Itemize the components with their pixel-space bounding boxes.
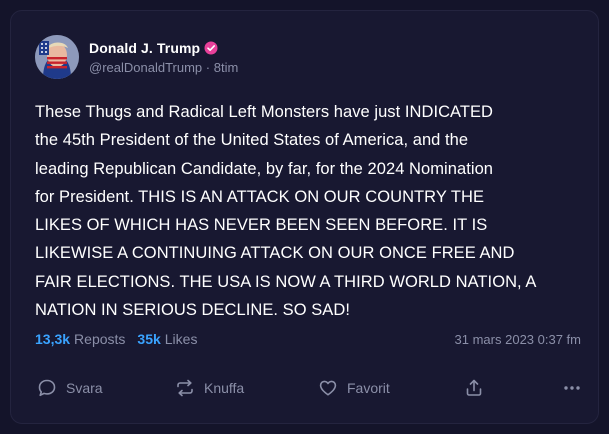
likes-stat[interactable]: 35k Likes [137,331,197,347]
reposts-count: 13,3k [35,331,71,347]
post-timestamp: 31 mars 2023 0:37 fm [454,331,581,347]
reply-button[interactable]: Svara [37,378,103,398]
avatar[interactable] [35,35,79,79]
handle-row: @realDonaldTrump · 8tim [89,60,238,75]
handle-separator: · [205,59,211,75]
post-card: Donald J. Trump @realDonaldTrump · 8tim … [10,10,599,424]
likes-label: Likes [164,331,198,347]
more-options-button[interactable] [562,378,582,398]
chat-bubble-icon [38,379,56,397]
reposts-stat[interactable]: 13,3k Reposts [35,331,125,347]
author-handle[interactable]: @realDonaldTrump [89,60,202,75]
repost-arrows-icon [177,379,193,397]
post-time-ago[interactable]: 8tim [214,60,239,75]
reposts-label: Reposts [74,331,126,347]
like-button[interactable]: Favorit [318,378,390,398]
heart-icon [319,380,337,396]
post-stats: 13,3k Reposts 35k Likes 31 mars 2023 0:37 … [35,331,581,347]
repost-button[interactable]: Knuffa [175,378,244,398]
share-icon [466,379,482,396]
author-info: Donald J. Trump @realDonaldTrump · 8tim [89,40,238,75]
repost-label: Knuffa [204,380,245,396]
post-header: Donald J. Trump @realDonaldTrump · 8tim [35,35,238,79]
reply-label: Svara [66,380,103,396]
share-button[interactable] [464,378,484,398]
action-bar: Svara Knuffa Favorit [37,378,583,402]
likes-count: 35k [137,331,161,347]
name-row: Donald J. Trump [89,40,238,56]
verified-badge-icon [204,41,218,54]
author-display-name[interactable]: Donald J. Trump [89,40,200,56]
more-dots-icon [564,386,580,390]
like-label: Favorit [347,380,390,396]
post-text: These Thugs and Radical Left Monsters ha… [35,103,537,320]
avatar-image [35,35,79,79]
